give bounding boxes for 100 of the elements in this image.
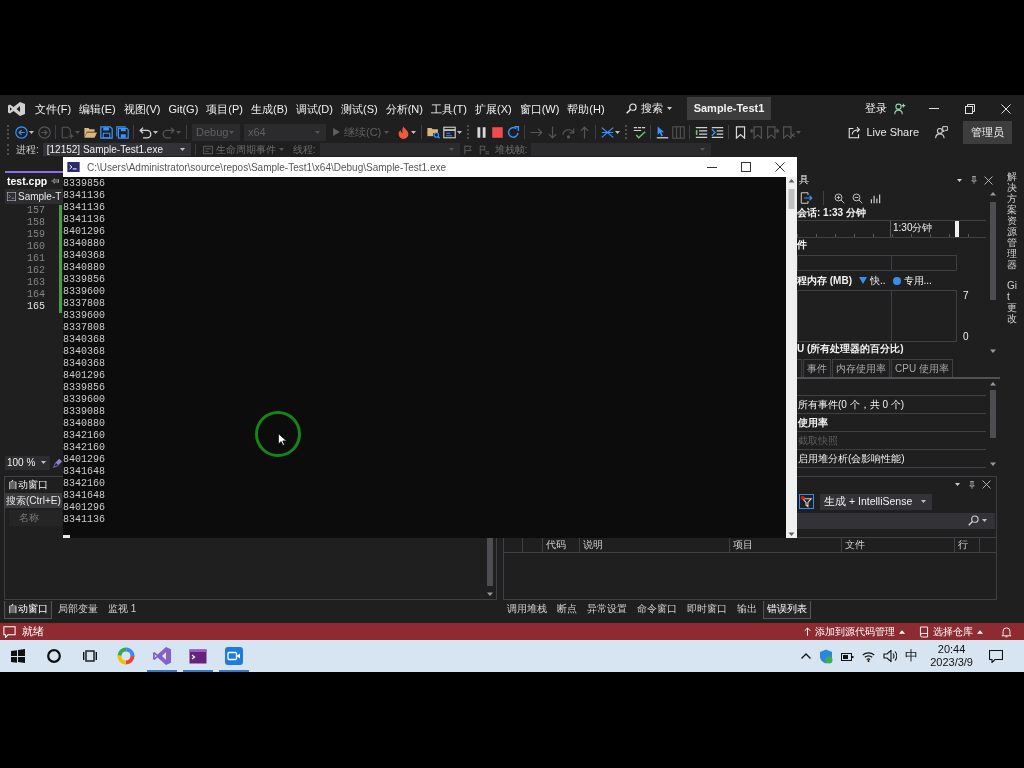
bell-icon[interactable]	[1001, 625, 1012, 638]
menu-item[interactable]: 扩展(X)	[470, 100, 516, 117]
minimize-icon[interactable]	[707, 166, 717, 168]
caret-up-icon[interactable]	[977, 629, 983, 634]
search-field[interactable]	[797, 512, 995, 529]
chevron-up-icon[interactable]	[801, 653, 812, 659]
panel-tab[interactable]: 即时窗口	[683, 601, 731, 619]
restart-icon[interactable]	[506, 125, 520, 139]
panel-tab[interactable]: 调用堆栈	[503, 601, 551, 619]
menu-item[interactable]: 窗口(W)	[515, 100, 564, 117]
menu-item[interactable]: 视图(V)	[119, 100, 165, 117]
live-share-button[interactable]: Live Share	[848, 125, 919, 139]
folder-search-icon[interactable]	[426, 125, 440, 139]
caret-icon[interactable]	[921, 500, 926, 503]
menu-item[interactable]: 文件(F)	[31, 100, 76, 117]
panel-tab[interactable]: 异常设置	[583, 601, 631, 619]
open-folder-icon[interactable]	[83, 125, 97, 139]
caret-icon[interactable]	[411, 130, 417, 134]
caret-icon[interactable]	[955, 483, 960, 486]
caret-icon[interactable]	[457, 130, 463, 134]
pin-icon[interactable]	[970, 175, 978, 185]
timeline-marker[interactable]	[955, 221, 959, 237]
zoom-out-icon[interactable]	[852, 192, 863, 204]
restore-icon[interactable]	[965, 103, 975, 114]
battery-icon[interactable]	[841, 651, 855, 661]
back-arrow-icon[interactable]	[14, 125, 28, 139]
menu-item[interactable]: 调试(D)	[291, 100, 337, 117]
side-tab[interactable]: 解决方案资源管理器	[1007, 171, 1017, 270]
ribbon-logo-icon[interactable]	[8, 101, 25, 116]
task-view-icon[interactable]	[83, 649, 97, 663]
zoom-dropdown[interactable]: 100 %	[5, 455, 50, 470]
window-icon[interactable]	[442, 125, 456, 139]
scrollbar[interactable]	[485, 538, 495, 598]
cross-lines-icon[interactable]	[600, 125, 614, 139]
pin-icon[interactable]	[968, 479, 976, 490]
shield-icon[interactable]	[819, 648, 834, 664]
pause-icon[interactable]	[474, 125, 488, 139]
menu-item[interactable]: 项目(P)	[202, 100, 247, 117]
caret-icon[interactable]	[957, 178, 962, 182]
sign-in-link[interactable]: 登录	[865, 101, 887, 116]
caret-up-icon[interactable]	[899, 629, 905, 634]
diag-tab[interactable]: 事件	[803, 359, 831, 377]
caret-icon[interactable]	[29, 130, 34, 134]
scrollbar[interactable]	[786, 177, 797, 538]
diag-tab[interactable]: CPU 使用率	[891, 359, 953, 377]
menu-item[interactable]: 分析(N)	[381, 100, 427, 117]
maximize-icon[interactable]	[741, 162, 751, 172]
project-dropdown[interactable]: Sample-T	[5, 189, 63, 204]
scrollbar[interactable]	[988, 380, 998, 468]
pointer-line-icon[interactable]	[655, 125, 669, 139]
source-control-button[interactable]: 添加到源代码管理	[804, 624, 905, 639]
panel-tab[interactable]: 错误列表	[763, 601, 811, 619]
lines-arrow-icon[interactable]	[710, 125, 724, 139]
wifi-icon[interactable]	[862, 650, 876, 662]
search-icon[interactable]	[968, 515, 979, 526]
panel-tab[interactable]: 断点	[553, 601, 581, 619]
pin-icon[interactable]	[51, 176, 60, 185]
panel-tab[interactable]: 输出	[733, 601, 761, 619]
save-all-icon[interactable]	[115, 125, 129, 139]
panel-tab[interactable]: 自动窗口	[4, 601, 52, 619]
repository-button[interactable]: 选择仓库	[919, 624, 983, 639]
bar-chart-icon[interactable]	[870, 192, 881, 204]
process-dropdown[interactable]: [12152] Sample-Test1.exe	[42, 143, 191, 156]
menu-item[interactable]: 生成(B)	[247, 100, 292, 117]
share-icon[interactable]	[848, 125, 862, 139]
diag-tab[interactable]: 内存使用率	[832, 359, 890, 377]
search-icon[interactable]	[625, 103, 637, 114]
bookmark-icon[interactable]	[733, 125, 747, 139]
scope-dropdown[interactable]: 生成 + IntelliSense	[820, 493, 932, 510]
menu-item[interactable]: Git(G)	[164, 100, 203, 117]
menu-item[interactable]: 工具(T)	[426, 100, 471, 117]
panel-tab[interactable]: 命令窗口	[633, 601, 681, 619]
clock-date[interactable]: 2023/3/9	[930, 656, 973, 669]
caret-icon[interactable]	[666, 107, 672, 110]
undo-icon[interactable]	[138, 125, 152, 139]
side-tab[interactable]: Git 更改	[1007, 280, 1017, 324]
windows-logo-icon[interactable]	[11, 649, 25, 663]
menu-item[interactable]: 帮助(H)	[563, 100, 609, 117]
clock-time[interactable]: 20:44	[937, 643, 966, 656]
flame-icon[interactable]	[396, 125, 410, 139]
message-icon[interactable]	[989, 649, 1003, 663]
search-button[interactable]: 搜索	[622, 101, 677, 116]
caret-icon[interactable]	[153, 130, 158, 134]
person-bubble-icon[interactable]	[935, 125, 948, 139]
menu-item[interactable]: 测试(S)	[336, 100, 382, 117]
funnel-icon[interactable]	[799, 494, 814, 509]
scrollbar[interactable]	[988, 190, 998, 355]
caret-icon[interactable]	[179, 148, 185, 151]
caret-icon[interactable]	[615, 130, 621, 134]
lines-icon[interactable]	[694, 125, 708, 139]
zoom-in-icon[interactable]	[834, 192, 845, 204]
panel-tab[interactable]: 局部变量	[54, 601, 102, 619]
check-lines-icon[interactable]	[632, 125, 646, 139]
stop-icon[interactable]	[490, 125, 504, 139]
pen-icon[interactable]	[53, 457, 63, 468]
panel-tab[interactable]: 监视 1	[104, 601, 141, 619]
speaker-icon[interactable]	[883, 650, 898, 662]
input-method-indicator[interactable]: 中	[905, 647, 919, 665]
search-field[interactable]: 搜索(Ctrl+E)	[5, 493, 62, 508]
close-icon[interactable]	[775, 162, 785, 172]
